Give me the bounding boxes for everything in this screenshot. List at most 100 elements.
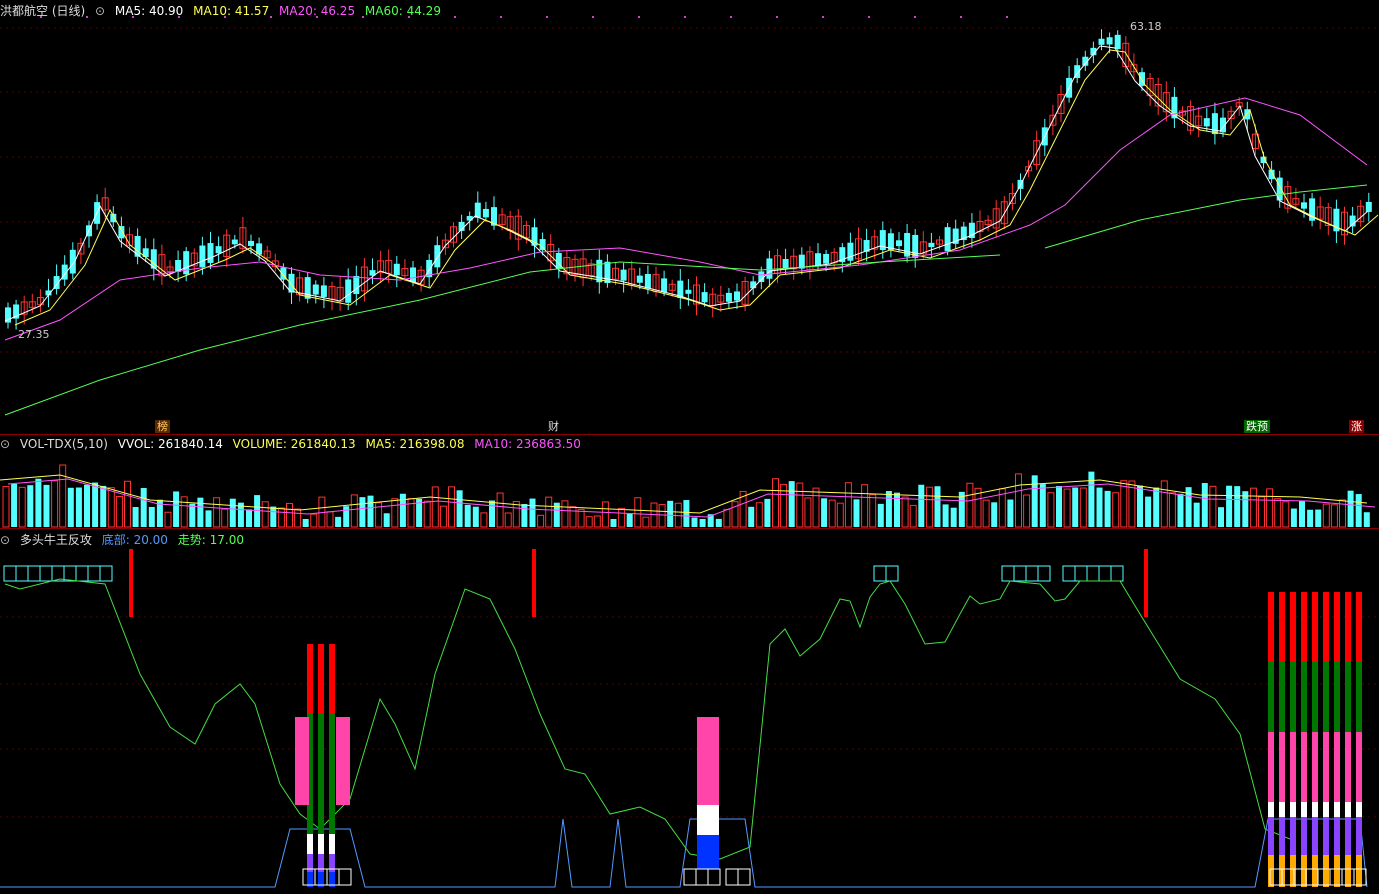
marker-zhang[interactable]: 涨	[1349, 420, 1364, 433]
volume-bar-down	[1315, 509, 1322, 527]
volume-bar-down	[1201, 483, 1208, 527]
volume-bar-down	[92, 482, 99, 527]
ma60-readout: MA60: 44.29	[364, 4, 441, 18]
red-signal-bar	[129, 549, 133, 617]
volume-bar-down	[1307, 509, 1314, 527]
volume-bar-up	[504, 512, 512, 528]
volume-bar-down	[1104, 490, 1111, 527]
signal-stack	[1312, 732, 1318, 802]
marker-cai[interactable]: 财	[546, 420, 561, 433]
collapse-icon[interactable]: ⊙	[0, 533, 10, 547]
volume-bar-down	[383, 513, 390, 527]
volume-bar-down	[197, 497, 204, 527]
volume-bar-down	[343, 506, 350, 527]
volume-bar-down	[1145, 496, 1152, 527]
volume-bar-up	[909, 504, 917, 528]
vol-ma5-readout: MA5: 216398.08	[365, 437, 465, 451]
signal-stack	[1279, 662, 1285, 732]
candle-down	[353, 275, 360, 295]
signal-stack	[329, 834, 335, 854]
volume-bar-up	[755, 502, 763, 528]
collapse-icon[interactable]: ⊙	[0, 437, 10, 451]
volume-bar-up	[310, 513, 318, 528]
volume-bar-down	[84, 484, 90, 527]
volume-bar-down	[610, 519, 617, 527]
volume-bar-down	[853, 499, 860, 527]
volume-bar-up	[180, 496, 188, 528]
marker-bang[interactable]: 榜	[155, 420, 170, 433]
volume-bar-down	[626, 513, 633, 527]
signal-stack	[1323, 592, 1329, 662]
indicator-panel[interactable]: ⊙ 多头牛王反攻 底部: 20.00 走势: 17.00	[0, 529, 1379, 894]
candle-down	[320, 285, 327, 297]
volume-bar-down	[942, 504, 949, 527]
pink-block	[697, 717, 719, 805]
cyan-box	[99, 565, 113, 582]
candle-down	[847, 242, 854, 261]
volume-bar-down	[821, 498, 828, 527]
volume-bar-up	[1112, 492, 1120, 528]
signal-stack	[1345, 662, 1351, 732]
signal-stack	[1356, 662, 1362, 732]
candle-down	[207, 243, 214, 263]
collapse-icon[interactable]: ⊙	[95, 4, 105, 18]
volume-bar-down	[140, 488, 147, 527]
volume-bar-down	[464, 504, 471, 527]
candle-down	[815, 253, 821, 267]
volume-bar-down	[1218, 507, 1224, 527]
candle-down	[231, 239, 238, 245]
signal-stack	[1323, 855, 1329, 887]
candle-down	[620, 269, 627, 281]
candle-down	[734, 291, 740, 301]
volume-bar-up	[577, 508, 585, 528]
volume-bar-up	[480, 512, 488, 528]
cyan-box	[885, 565, 899, 582]
white-box	[683, 868, 697, 886]
candle-down	[482, 208, 489, 218]
vvol-readout: VVOL: 261840.14	[117, 437, 223, 451]
volume-bar-up	[1274, 498, 1282, 528]
signal-stack	[1323, 732, 1329, 802]
volume-bar-down	[27, 485, 34, 527]
marker-dieyu[interactable]: 跌预	[1244, 420, 1270, 433]
signal-stack	[1290, 732, 1296, 802]
volume-header: ⊙ VOL-TDX(5,10) VVOL: 261840.14 VOLUME: …	[0, 437, 587, 453]
candle-down	[434, 245, 441, 268]
vol-ma10-line	[7, 478, 1376, 518]
signal-stack	[1290, 592, 1296, 662]
volume-bar-up	[115, 496, 123, 528]
cyan-box	[1013, 565, 1027, 582]
candlestick-chart[interactable]	[0, 0, 1379, 434]
volume-bar-up	[1249, 487, 1257, 528]
candle-down	[823, 253, 830, 264]
signal-stack	[329, 644, 335, 714]
volume-panel[interactable]: ⊙ VOL-TDX(5,10) VVOL: 261840.14 VOLUME: …	[0, 435, 1379, 528]
candle-down	[345, 279, 352, 303]
volume-bar-down	[934, 486, 941, 527]
cyan-box	[3, 565, 17, 582]
volume-bar-up	[545, 496, 553, 528]
volume-bar-up	[804, 497, 812, 528]
price-chart-panel[interactable]: 洪都航空 (日线) ⊙ MA5: 40.90 MA10: 41.57 MA20:…	[0, 0, 1379, 434]
indicator-chart[interactable]	[0, 529, 1379, 894]
signal-stack	[318, 799, 324, 834]
volume-bar-up	[1209, 485, 1217, 528]
volume-bar-down	[877, 503, 884, 527]
volume-bar-down	[1007, 499, 1014, 527]
indicator-title: 多头牛王反攻	[19, 533, 92, 547]
signal-stack	[1268, 592, 1274, 662]
volume-bar-up	[59, 464, 67, 528]
volume-bar-up	[221, 508, 229, 528]
signal-stack	[1356, 592, 1362, 662]
volume-bar-up	[1282, 501, 1290, 528]
volume-bar-up	[439, 505, 447, 528]
signal-stack	[1312, 592, 1318, 662]
blue-block	[697, 835, 719, 869]
volume-bar-up	[561, 500, 569, 528]
signal-stack	[1345, 802, 1351, 817]
volume-bar-up	[1120, 480, 1128, 528]
candle-down	[410, 267, 416, 283]
signal-stack	[1334, 802, 1340, 817]
volume-bar-down	[100, 485, 107, 527]
signal-stack	[1301, 732, 1307, 802]
